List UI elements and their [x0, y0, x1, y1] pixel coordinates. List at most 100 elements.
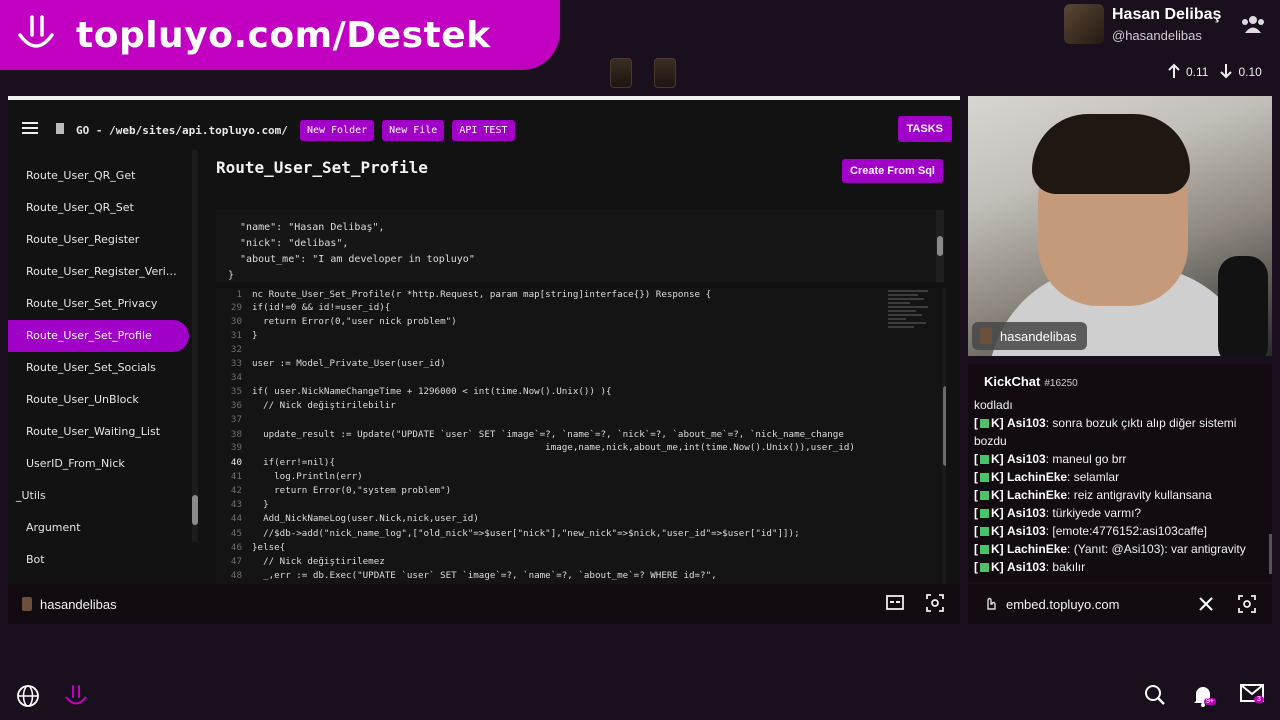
search-icon[interactable] [1144, 684, 1168, 708]
code-minimap[interactable] [888, 288, 932, 358]
chat-prefix: [ [974, 416, 978, 430]
file-sidebar: Route_User_QR_Get Route_User_QR_Set Route_… [8, 144, 200, 588]
sidebar-item[interactable]: _Utils [8, 480, 200, 512]
scroll-thumb[interactable] [937, 236, 943, 256]
chat-username[interactable]: LachinEke [1007, 488, 1067, 502]
caption-icon[interactable] [886, 595, 904, 616]
kick-badge-icon [980, 563, 989, 573]
sidebar-scrollbar[interactable] [192, 150, 198, 542]
screenshot-icon[interactable] [926, 594, 944, 617]
sidebar-item[interactable]: Route_User_Set_Profile [8, 320, 189, 352]
line-number: 38 [230, 429, 242, 440]
chat-message: [K] Asi103: [emote:4776152:asi103caffe] [974, 524, 1207, 538]
sidebar-item[interactable]: Route_User_QR_Set [8, 192, 200, 224]
chat-text: bakılır [1052, 560, 1086, 574]
json-preview[interactable]: "name": "Hasan Delibaş", "nick": "deliba… [216, 210, 944, 282]
code-text: //$db->add("nick_name_log",["old_nick"=>… [252, 528, 800, 539]
sidebar-item[interactable]: Route_User_Set_Socials [8, 352, 200, 384]
line-number: 42 [230, 485, 242, 496]
api-test-button[interactable]: API TEST [452, 119, 515, 141]
kick-badge-icon [980, 455, 989, 465]
code-line[interactable]: 29 if(id!=0 && id!=user_id){ [216, 301, 916, 315]
create-from-sql-button[interactable]: Create From Sql [842, 159, 943, 183]
notification-badge: 9+ [1204, 698, 1216, 705]
menu-icon[interactable] [22, 121, 38, 139]
line-number: 31 [230, 330, 242, 341]
viewer-avatar[interactable] [654, 58, 676, 88]
new-file-button[interactable]: New File [382, 119, 445, 141]
code-line[interactable]: 47 // Nick değiştirilemez [216, 555, 916, 569]
sidebar-item[interactable] [8, 148, 200, 160]
close-icon[interactable] [1198, 596, 1214, 615]
chat-username[interactable]: Asi103 [1007, 506, 1046, 520]
code-line[interactable]: 30 return Error(0,"user nick problem") [216, 315, 916, 329]
bell-icon[interactable]: 9+ [1192, 684, 1216, 708]
code-line[interactable]: 41 log.Println(err) [216, 470, 916, 484]
code-line[interactable]: 39 image,name,nick,about_me,int(time.Now… [216, 441, 916, 455]
screenshot-icon[interactable] [1238, 595, 1256, 616]
code-line[interactable]: 40 if(err!=nil){ [216, 456, 916, 470]
code-line[interactable]: 34 [216, 371, 916, 385]
viewer-avatar[interactable] [610, 58, 632, 88]
sidebar-item[interactable]: UserID_From_Nick [8, 448, 200, 480]
code-text: // Nick değiştirilebilir [252, 400, 396, 411]
sidebar-item[interactable]: Argument [8, 512, 200, 544]
chat-message: [K] LachinEke: (Yanıt: @Asi103): var ant… [974, 542, 1246, 556]
chat-username[interactable]: Asi103 [1007, 560, 1046, 574]
code-line[interactable]: 44 Add_NickNameLog(user.Nick,nick,user_i… [216, 512, 916, 526]
profile-card[interactable]: Hasan Delibaş @hasandelibas [1064, 4, 1280, 52]
code-scrollbar[interactable] [942, 288, 946, 588]
code-line[interactable]: 38 update_result := Update("UPDATE `user… [216, 428, 916, 442]
chat-username[interactable]: Asi103 [1007, 416, 1046, 430]
sidebar-item[interactable]: Route_User_Set_Privacy [8, 288, 200, 320]
code-line[interactable]: 32 [216, 343, 916, 357]
code-line[interactable]: 45 //$db->add("nick_name_log",["old_nick… [216, 527, 916, 541]
code-line[interactable]: 1 nc Route_User_Set_Profile(r *http.Reque… [216, 288, 916, 302]
mail-icon[interactable]: 3 [1240, 684, 1264, 708]
chat-message: [K] Asi103: sonra bozuk çıktı alıp diğer… [974, 416, 1237, 448]
code-line[interactable]: 36 // Nick değiştirilebilir [216, 399, 916, 413]
code-text: // Nick değiştirilemez [252, 556, 385, 567]
users-icon[interactable] [1240, 14, 1266, 39]
code-text: } [252, 499, 269, 510]
chat-scrollbar[interactable] [1269, 534, 1272, 574]
chat-username[interactable]: Asi103 [1007, 524, 1046, 538]
chat-username[interactable]: LachinEke [1007, 470, 1067, 484]
chat-username[interactable]: LachinEke [1007, 542, 1067, 556]
line-number: 43 [230, 499, 242, 510]
chat-prefix: [ [974, 470, 978, 484]
json-line: "about_me": "I am developer in topluyo" [228, 254, 475, 265]
webcam-username: hasandelibas [1000, 328, 1077, 344]
code-line[interactable]: 43 } [216, 498, 916, 512]
chat-message: [K] Asi103: bakılır [974, 560, 1086, 574]
globe-icon[interactable] [16, 684, 40, 708]
chat-text: maneul go brr [1052, 452, 1127, 466]
code-line[interactable]: 46}else{ [216, 541, 916, 555]
chat-username[interactable]: Asi103 [1007, 452, 1046, 466]
chat-text: [emote:4776152:asi103caffe] [1052, 524, 1207, 538]
sidebar-item[interactable]: Route_User_QR_Get [8, 160, 200, 192]
sidebar-item[interactable]: Route_User_UnBlock [8, 384, 200, 416]
json-scrollbar[interactable] [936, 210, 944, 282]
sidebar-item[interactable]: Route_User_Waiting_List [8, 416, 200, 448]
code-line[interactable]: 33 user := Model_Private_User(user_id) [216, 357, 916, 371]
file-icon [56, 121, 64, 139]
new-folder-button[interactable]: New Folder [299, 119, 375, 141]
code-area[interactable]: 1 nc Route_User_Set_Profile(r *http.Reque… [216, 288, 946, 588]
scroll-thumb[interactable] [943, 386, 946, 466]
code-line[interactable]: 31} [216, 329, 916, 343]
code-line[interactable]: 48 _,err := db.Exec("UPDATE `user` SET `… [216, 569, 916, 583]
sidebar-item[interactable]: Route_User_Register_Veri… [8, 256, 200, 288]
sidebar-item[interactable]: Bot [8, 544, 200, 576]
user-mini-avatar [22, 597, 32, 611]
chat-text: (Yanıt: @Asi103): var antigravity [1073, 542, 1246, 556]
tasks-button[interactable]: TASKS [897, 116, 952, 142]
sidebar-item[interactable]: Route_User_Register [8, 224, 200, 256]
code-line[interactable]: 35 if( user.NickNameChangeTime + 1296000 … [216, 385, 916, 399]
code-text: _,err := db.Exec("UPDATE `user` SET `ima… [252, 570, 717, 581]
code-line[interactable]: 37 [216, 413, 916, 427]
chat-suffix: K] [991, 452, 1004, 466]
topluyo-logo-icon[interactable] [64, 684, 88, 708]
code-line[interactable]: 42 return Error(0,"system problem") [216, 484, 916, 498]
scroll-thumb[interactable] [192, 495, 198, 525]
